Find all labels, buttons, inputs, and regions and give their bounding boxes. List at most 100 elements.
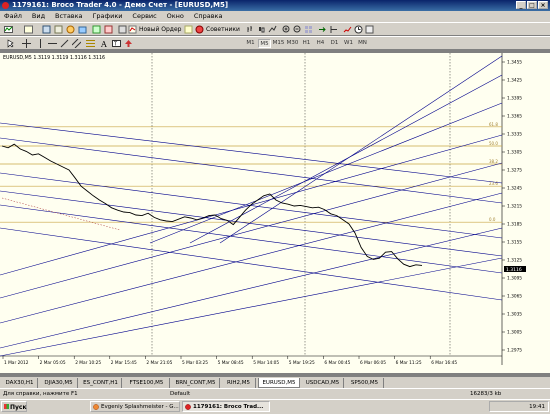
tf-m1[interactable]: M1 [244,39,257,48]
time-tick-label: 6 Mar 11:25 [396,360,422,366]
tf-m5[interactable]: M5 [258,39,271,48]
tf-m15[interactable]: M15 [272,39,285,48]
text-tool-icon[interactable]: A [100,39,109,48]
arrow-icon[interactable] [124,39,133,48]
app-icon [2,2,9,9]
history-icon[interactable] [104,25,113,34]
tab-es-cont[interactable]: ES_CONT,H1 [80,378,122,388]
price-tick-label: 1.3215 [507,204,522,210]
price-tick-label: 1.3365 [507,114,522,120]
tf-w1[interactable]: W1 [342,39,355,48]
time-tick-label: 2 Mar 21:05 [146,360,172,366]
browser-icon [93,404,99,410]
tile-windows-icon[interactable] [304,25,313,34]
close-button[interactable]: × [538,1,548,9]
start-button[interactable]: Пуск [1,401,27,412]
task-trader[interactable]: 1179161: Broco Trad... [182,401,270,412]
tab-usdcad[interactable]: USDCAD,M5 [302,378,344,388]
time-tick-label: 6 Mar 16:45 [431,360,457,366]
minimize-button[interactable]: _ [516,1,526,9]
menu-file[interactable]: Файл [0,11,26,22]
time-tick-label: 1 Mar 2012 [4,360,29,366]
horizontal-line-icon[interactable] [48,39,57,48]
task-trader-label: 1179161: Broco Trad... [193,404,264,410]
cursor-icon[interactable] [6,39,15,48]
market-watch-icon[interactable] [42,25,51,34]
price-tick-label: 1.3185 [507,222,522,228]
templates-icon[interactable] [365,25,374,34]
strategy-tester-icon[interactable] [92,25,101,34]
profiles-icon[interactable] [24,25,33,34]
zoom-in-icon[interactable] [282,25,291,34]
window-title: 1179161: Broco Trader 4.0 - Демо Счет - … [12,1,229,9]
tab-sp500[interactable]: SP500,M5 [346,378,384,388]
text-label-icon[interactable]: T [112,39,121,48]
data-window-icon[interactable] [54,25,63,34]
tab-ftse100[interactable]: FTSE100,M5 [124,378,170,388]
taskbar: Пуск Evgeniy Splashmeister - G... 117916… [0,399,550,414]
bar-chart-icon[interactable] [246,25,255,34]
price-tick-label: 1.2975 [507,348,522,354]
maximize-button[interactable]: □ [527,1,537,9]
options-icon[interactable] [118,25,127,34]
tab-brn-cont[interactable]: BRN_CONT,M5 [172,378,220,388]
tf-d1[interactable]: D1 [328,39,341,48]
menu-insert[interactable]: Вставка [51,11,87,22]
auto-scroll-icon[interactable] [318,25,327,34]
trader-icon [185,404,191,410]
tab-djia30[interactable]: DJIA30,M5 [40,378,78,388]
system-tray: 19:41 [489,401,549,412]
crosshair-icon[interactable] [22,39,31,48]
meta-editor-icon[interactable] [184,25,193,34]
tf-h1[interactable]: H1 [300,39,313,48]
trend-line-icon[interactable] [60,39,69,48]
candle-chart-icon[interactable] [257,25,266,34]
advisors-button[interactable]: Советники [206,25,240,34]
navigator-icon[interactable] [66,25,75,34]
new-order-button[interactable]: Новый Ордер [139,25,181,34]
menu-bar: Файл Вид Вставка Графики Сервис Окно Спр… [0,11,550,22]
price-tick-label: 1.3005 [507,330,522,336]
chart-shift-icon[interactable] [329,25,338,34]
tf-mn[interactable]: MN [356,39,369,48]
task-browser[interactable]: Evgeniy Splashmeister - G... [90,401,180,412]
indicators-icon[interactable] [343,25,352,34]
periods-icon[interactable] [354,25,363,34]
task-browser-label: Evgeniy Splashmeister - G... [101,404,179,410]
chart-background [0,53,550,373]
menu-help[interactable]: Справка [190,11,227,22]
price-tick-label: 1.3245 [507,186,522,192]
new-order-icon[interactable] [128,25,137,34]
price-tick-label: 1.3395 [507,96,522,102]
advisors-icon[interactable] [195,25,204,34]
tf-m30[interactable]: M30 [286,39,299,48]
menu-view[interactable]: Вид [28,11,49,22]
time-tick-label: 5 Mar 03:25 [182,360,208,366]
standard-toolbar: Новый Ордер Советники [0,22,550,36]
price-tick-label: 1.3425 [507,78,522,84]
price-tick-label: 1.3455 [507,60,522,66]
fib-level-label: 50.0 [489,141,498,146]
time-tick-label: 2 Mar 15:45 [111,360,137,366]
price-tick-label: 1.3095 [507,276,522,282]
time-tick-label: 5 Mar 19:25 [289,360,315,366]
menu-charts[interactable]: Графики [88,11,126,22]
menu-window[interactable]: Окно [163,11,188,22]
fibonacci-icon[interactable] [86,39,95,48]
equidistant-channel-icon[interactable] [72,39,81,48]
menu-tools[interactable]: Сервис [128,11,160,22]
line-chart-icon[interactable] [268,25,277,34]
price-chart[interactable]: 61.850.038.223.60.0 1.34551.34251.33951.… [0,53,550,373]
tab-rih2[interactable]: RIH2,M5 [222,378,256,388]
tab-dax30[interactable]: DAX30,H1 [2,378,38,388]
title-bar[interactable]: 1179161: Broco Trader 4.0 - Демо Счет - … [0,0,550,11]
tf-h4[interactable]: H4 [314,39,327,48]
time-tick-label: 6 Mar 06:05 [360,360,386,366]
zoom-out-icon[interactable] [293,25,302,34]
price-tick-label: 1.3335 [507,132,522,138]
new-chart-icon[interactable] [4,25,13,34]
tab-eurusd[interactable]: EURUSD,M5 [258,378,300,388]
terminal-icon[interactable] [78,25,87,34]
vertical-line-icon[interactable] [36,39,45,48]
drawing-toolbar: A T M1 M5 M15 M30 H1 H4 D1 W1 MN [0,36,550,50]
